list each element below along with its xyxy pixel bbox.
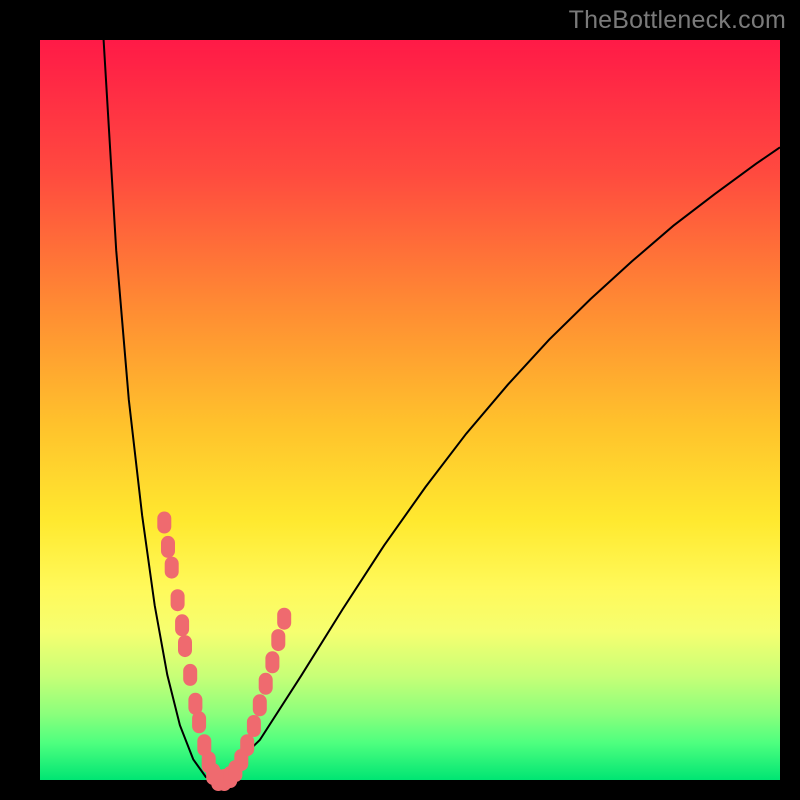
watermark-text: TheBottleneck.com bbox=[569, 6, 786, 35]
data-marker bbox=[277, 608, 291, 630]
data-marker bbox=[157, 512, 171, 534]
data-marker bbox=[183, 664, 197, 686]
data-marker bbox=[247, 715, 261, 737]
data-marker bbox=[165, 557, 179, 579]
plot-area bbox=[40, 40, 780, 780]
data-marker bbox=[175, 614, 189, 636]
marker-group bbox=[157, 512, 291, 792]
data-marker bbox=[265, 651, 279, 673]
data-marker bbox=[161, 536, 175, 558]
data-marker bbox=[271, 629, 285, 651]
chart-frame: TheBottleneck.com bbox=[0, 0, 800, 800]
data-marker bbox=[259, 673, 273, 695]
right-curve bbox=[218, 147, 780, 780]
data-marker bbox=[192, 711, 206, 733]
data-marker bbox=[253, 694, 267, 716]
data-marker bbox=[178, 635, 192, 657]
data-marker bbox=[240, 734, 254, 756]
chart-svg bbox=[40, 40, 780, 780]
data-marker bbox=[171, 589, 185, 611]
left-curve bbox=[104, 40, 219, 780]
